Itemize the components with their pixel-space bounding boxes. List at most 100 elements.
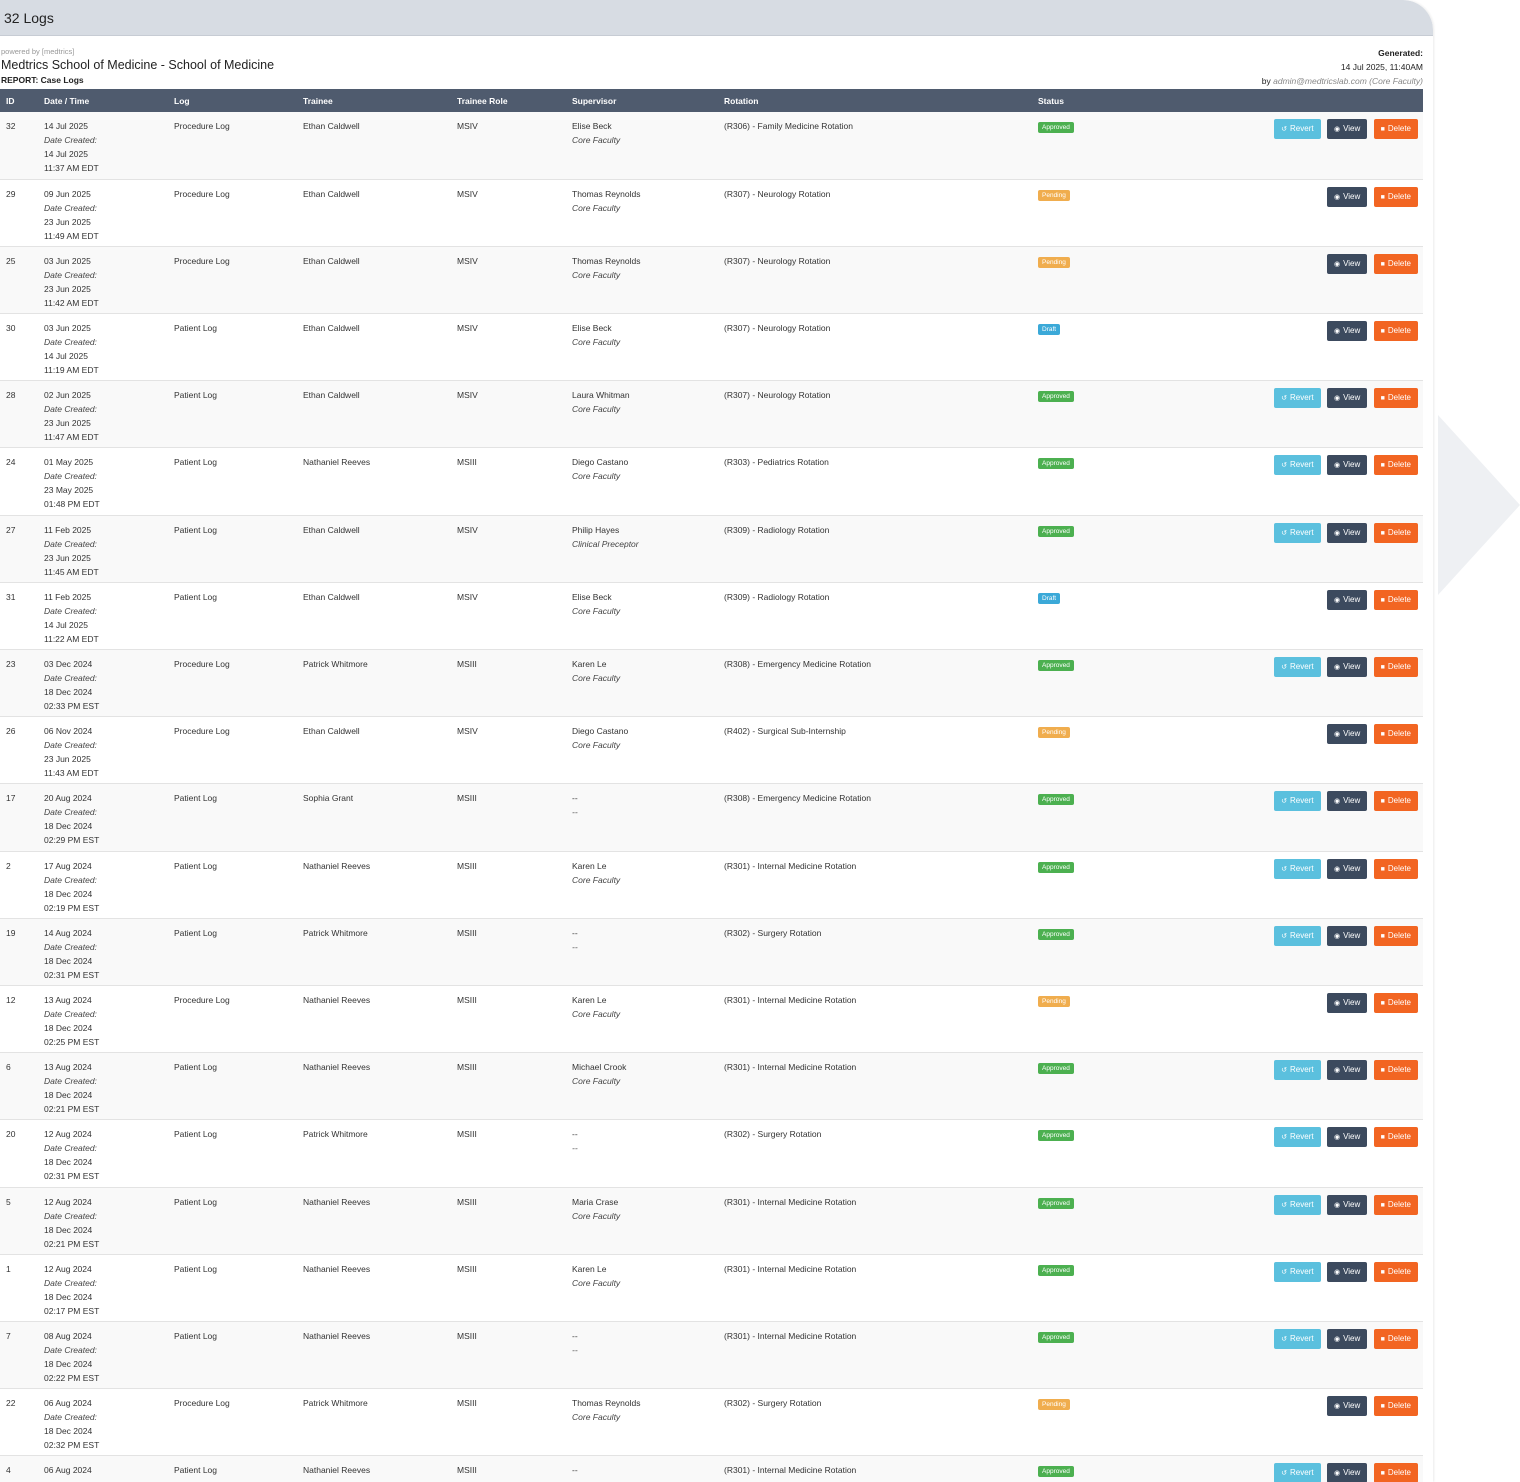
revert-button[interactable]: ↺ Revert [1274, 925, 1321, 946]
cell-supervisor: Diego Castano Core Faculty [566, 717, 718, 784]
cell-trainee-role: MSIV [457, 390, 478, 401]
delete-button[interactable]: ■ Delete [1373, 1463, 1418, 1482]
col-header-id[interactable]: ID [0, 89, 38, 112]
delete-button[interactable]: ■ Delete [1373, 925, 1418, 946]
view-button[interactable]: ◉ View [1326, 522, 1368, 543]
delete-button[interactable]: ■ Delete [1373, 253, 1418, 274]
delete-button[interactable]: ■ Delete [1373, 1396, 1418, 1417]
revert-button[interactable]: ↺ Revert [1274, 1261, 1321, 1282]
view-button[interactable]: ◉ View [1326, 1127, 1368, 1148]
delete-button[interactable]: ■ Delete [1373, 1261, 1418, 1282]
revert-button[interactable]: ↺ Revert [1274, 1463, 1321, 1482]
view-button[interactable]: ◉ View [1326, 253, 1368, 274]
revert-button[interactable]: ↺ Revert [1274, 1060, 1321, 1081]
delete-button[interactable]: ■ Delete [1373, 1060, 1418, 1081]
delete-button[interactable]: ■ Delete [1373, 791, 1418, 812]
revert-button[interactable]: ↺ Revert [1274, 1127, 1321, 1148]
cell-supervisor: Thomas Reynolds Core Faculty [566, 1389, 718, 1456]
trash-icon: ■ [1380, 865, 1385, 873]
view-button[interactable]: ◉ View [1326, 657, 1368, 677]
cell-status: Approved [1032, 1321, 1172, 1388]
view-button[interactable]: ◉ View [1326, 1261, 1368, 1282]
view-button[interactable]: ◉ View [1326, 186, 1368, 207]
delete-label: Delete [1387, 258, 1411, 268]
table-header-row: ID Date / Time Log Trainee Trainee Role … [0, 89, 1423, 112]
col-header-trainee[interactable]: Trainee [297, 89, 451, 112]
cell-trainee: Ethan Caldwell [303, 121, 360, 131]
delete-button[interactable]: ■ Delete [1373, 589, 1418, 610]
view-button[interactable]: ◉ View [1326, 858, 1368, 879]
status-badge: Draft [1038, 324, 1061, 336]
revert-button[interactable]: ↺ Revert [1274, 858, 1321, 879]
status-badge: Approved [1038, 458, 1074, 470]
view-label: View [1343, 594, 1361, 604]
delete-button[interactable]: ■ Delete [1373, 455, 1418, 476]
view-button[interactable]: ◉ View [1326, 589, 1368, 610]
delete-button[interactable]: ■ Delete [1373, 321, 1418, 342]
revert-button[interactable]: ↺ Revert [1274, 1194, 1321, 1215]
col-header-trainee-role[interactable]: Trainee Role [451, 89, 566, 112]
table-row: 22 06 Aug 2024 Date Created: 18 Dec 2024… [0, 1388, 1423, 1456]
delete-button[interactable]: ■ Delete [1373, 724, 1418, 745]
view-button[interactable]: ◉ View [1326, 388, 1368, 409]
delete-label: Delete [1387, 1468, 1411, 1478]
view-button[interactable]: ◉ View [1326, 1194, 1368, 1215]
revert-button[interactable]: ↺ Revert [1274, 1328, 1321, 1349]
view-button[interactable]: ◉ View [1326, 724, 1368, 745]
view-button[interactable]: ◉ View [1326, 791, 1368, 812]
cell-log-type: Procedure Log [174, 188, 230, 199]
date-created-label: Date Created: [44, 605, 97, 616]
supervisor-name: Diego Castano [572, 726, 629, 737]
created-time: 02:19 PM EST [44, 902, 100, 913]
date-created-label: Date Created: [44, 740, 97, 751]
col-header-date[interactable]: Date / Time [38, 89, 168, 112]
delete-button[interactable]: ■ Delete [1373, 858, 1418, 879]
cell-status: Approved [1032, 784, 1172, 851]
status-badge: Pending [1038, 189, 1070, 201]
status-badge: Approved [1038, 861, 1074, 873]
table-row: 25 03 Jun 2025 Date Created: 23 Jun 2025… [0, 246, 1423, 314]
delete-button[interactable]: ■ Delete [1373, 657, 1418, 677]
col-header-rotation[interactable]: Rotation [718, 89, 1032, 112]
view-button[interactable]: ◉ View [1326, 321, 1368, 342]
view-button[interactable]: ◉ View [1326, 1396, 1368, 1417]
created-date: 14 Jul 2025 [44, 149, 88, 159]
revert-button[interactable]: ↺ Revert [1274, 657, 1321, 677]
col-header-supervisor[interactable]: Supervisor [566, 89, 718, 112]
col-header-log[interactable]: Log [168, 89, 297, 112]
date-created-label: Date Created: [44, 1008, 97, 1019]
cell-id: 6 [6, 1062, 11, 1073]
view-button[interactable]: ◉ View [1326, 1463, 1368, 1482]
view-button[interactable]: ◉ View [1326, 992, 1368, 1013]
delete-button[interactable]: ■ Delete [1373, 388, 1418, 409]
cell-date: 06 Nov 2024 Date Created: 23 Jun 2025 11… [38, 717, 168, 784]
view-button[interactable]: ◉ View [1326, 1328, 1368, 1349]
revert-button[interactable]: ↺ Revert [1274, 455, 1321, 476]
delete-button[interactable]: ■ Delete [1373, 1194, 1418, 1215]
delete-button[interactable]: ■ Delete [1373, 1127, 1418, 1148]
view-button[interactable]: ◉ View [1326, 1060, 1368, 1081]
cell-trainee: Nathaniel Reeves [303, 994, 371, 1005]
supervisor-name: Karen Le [572, 1263, 607, 1274]
revert-button[interactable]: ↺ Revert [1274, 522, 1321, 543]
cell-supervisor: Thomas Reynolds Core Faculty [566, 246, 718, 313]
delete-label: Delete [1387, 527, 1411, 537]
revert-button[interactable]: ↺ Revert [1274, 388, 1321, 409]
cell-rotation: (R307) - Neurology Rotation [724, 188, 831, 199]
view-button[interactable]: ◉ View [1326, 119, 1368, 139]
view-button[interactable]: ◉ View [1326, 925, 1368, 946]
revert-button[interactable]: ↺ Revert [1274, 791, 1321, 812]
delete-button[interactable]: ■ Delete [1373, 992, 1418, 1013]
delete-button[interactable]: ■ Delete [1373, 186, 1418, 207]
table-row: 23 03 Dec 2024 Date Created: 18 Dec 2024… [0, 649, 1423, 717]
col-header-status[interactable]: Status [1032, 89, 1172, 112]
delete-button[interactable]: ■ Delete [1373, 522, 1418, 543]
delete-button[interactable]: ■ Delete [1373, 119, 1418, 139]
view-button[interactable]: ◉ View [1326, 455, 1368, 476]
delete-button[interactable]: ■ Delete [1373, 1328, 1418, 1349]
cell-supervisor: Elise Beck Core Faculty [566, 582, 718, 649]
revert-button[interactable]: ↺ Revert [1274, 119, 1321, 139]
cell-trainee: Nathaniel Reeves [303, 1062, 371, 1073]
cell-trainee: Ethan Caldwell [303, 390, 360, 401]
cell-date: 03 Dec 2024 Date Created: 18 Dec 2024 02… [38, 650, 168, 717]
